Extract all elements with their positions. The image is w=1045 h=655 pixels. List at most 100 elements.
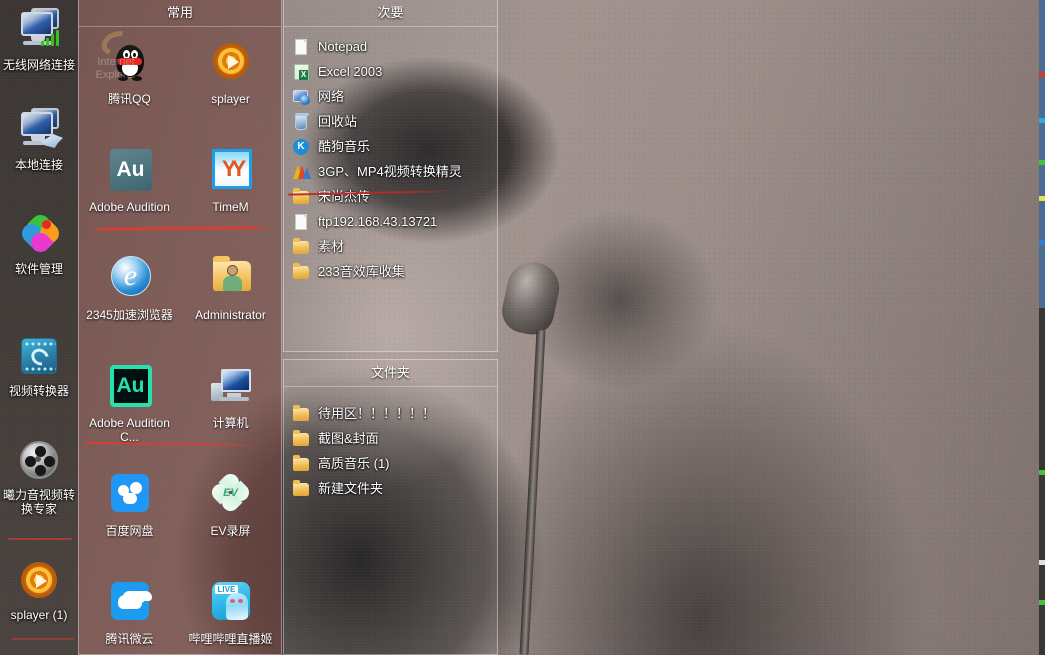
red-annotation-line — [12, 638, 74, 640]
list-item-kugou-music[interactable]: 酷狗音乐 — [290, 134, 497, 159]
list-item-video-converter-wizard[interactable]: 3GP、MP4视频转换精灵 — [290, 159, 497, 184]
app-label: EV录屏 — [210, 524, 251, 538]
list-item-label: Notepad — [318, 38, 368, 54]
desktop-icon-software-manager[interactable]: 软件管理 — [0, 211, 78, 276]
desktop-icon-label: 视频转换器 — [8, 384, 69, 398]
list-item-new-folder[interactable]: 新建文件夹 — [290, 476, 497, 501]
app-label: 百度网盘 — [105, 524, 154, 538]
app-bilibili-live[interactable]: LIVE 哔哩哔哩直播姬 — [180, 573, 281, 655]
list-item-standby-area[interactable]: 待用区！！！！！！ — [290, 401, 497, 426]
list-item-label: ftp192.168.43.13721 — [318, 213, 438, 229]
folder-icon — [292, 479, 310, 498]
list-item-label: 233音效库收集 — [318, 263, 405, 279]
app-adobe-audition-cc[interactable]: Au Adobe Audition C... — [79, 357, 180, 465]
app-adobe-audition[interactable]: Au Adobe Audition — [79, 141, 180, 249]
app-administrator-folder[interactable]: Administrator — [180, 249, 281, 357]
app-label: Adobe Audition — [89, 200, 170, 214]
browser-2345-icon — [106, 255, 154, 303]
list-item-label: 网络 — [318, 88, 345, 104]
baidu-netdisk-icon — [106, 471, 154, 519]
desktop-icon-label: 软件管理 — [14, 262, 63, 276]
list-item-ftp-shortcut[interactable]: ftp192.168.43.13721 — [290, 209, 497, 234]
timem-icon — [207, 147, 255, 195]
app-label: Administrator — [195, 308, 266, 322]
ghost-internet-explorer-icon: Internet Explorer — [88, 26, 144, 84]
list-item-label: 宋尚杰传 — [318, 188, 371, 204]
list-item-network[interactable]: 网络 — [290, 84, 497, 109]
desktop: 无线网络连接 本地连接 软件管理 视频转换器 曦力音视频转换专家 splayer… — [0, 0, 1045, 655]
app-timem[interactable]: TimeM — [180, 141, 281, 249]
app-grid: 腾讯QQ splayer Au Adobe Audition TimeM 234… — [79, 27, 281, 655]
secondary-list: Notepad Excel 2003 网络 回收站 酷狗音乐 — [284, 27, 497, 284]
desktop-icon-xilisoft-converter[interactable]: 曦力音视频转换专家 — [0, 438, 78, 516]
video-converter-icon — [15, 334, 63, 380]
list-item-notepad[interactable]: Notepad — [290, 34, 497, 59]
internet-explorer-icon — [97, 26, 135, 60]
kugou-music-icon — [292, 138, 310, 156]
desktop-icon-splayer-1[interactable]: splayer (1) — [0, 558, 78, 622]
microphone-head-decor — [498, 257, 564, 339]
app-2345-browser[interactable]: 2345加速浏览器 — [79, 249, 180, 357]
ghost-icon-label: Internet Explorer — [95, 56, 137, 81]
splayer-icon — [15, 558, 63, 604]
wireless-network-icon — [15, 8, 63, 54]
list-item-materials[interactable]: 素材 — [290, 234, 497, 259]
app-computer[interactable]: 计算机 — [180, 357, 281, 465]
list-item-233-sound-library[interactable]: 233音效库收集 — [290, 259, 497, 284]
list-item-screenshots-covers[interactable]: 截图&封面 — [290, 426, 497, 451]
software-manager-icon — [15, 211, 63, 258]
desktop-icon-label: splayer (1) — [10, 608, 68, 622]
ev-recorder-icon — [207, 470, 255, 519]
excel-icon — [292, 63, 310, 81]
list-item-song-shangjie[interactable]: 宋尚杰传 — [290, 184, 497, 209]
app-ev-recorder[interactable]: EV录屏 — [180, 465, 281, 573]
app-label: TimeM — [212, 200, 249, 214]
desktop-icon-label: 本地连接 — [14, 158, 63, 172]
list-item-label: 3GP、MP4视频转换精灵 — [318, 163, 462, 179]
panel-title: 次要 — [377, 5, 404, 20]
desktop-icon-local-connection[interactable]: 本地连接 — [0, 108, 78, 172]
app-label: 2345加速浏览器 — [86, 308, 173, 322]
folder-icon — [292, 454, 310, 473]
list-item-label: 酷狗音乐 — [318, 138, 371, 154]
folder-icon — [292, 187, 310, 206]
list-item-recycle-bin[interactable]: 回收站 — [290, 109, 497, 134]
app-tencent-weiyun[interactable]: 腾讯微云 — [79, 573, 180, 655]
list-item-label: 素材 — [318, 238, 345, 254]
app-label: Adobe Audition C... — [89, 416, 170, 444]
list-item-label: 新建文件夹 — [318, 480, 384, 496]
list-item-label: 截图&封面 — [318, 430, 379, 446]
computer-icon — [207, 363, 255, 411]
list-item-label: 待用区！！！！！！ — [318, 405, 436, 421]
local-area-connection-icon — [15, 108, 63, 154]
user-folder-icon — [207, 255, 255, 303]
folder-icon — [292, 262, 310, 281]
app-splayer[interactable]: splayer — [180, 33, 281, 141]
folder-icon — [292, 404, 310, 423]
adjacent-window-edge-sliver[interactable] — [1039, 0, 1045, 655]
red-annotation-line — [8, 538, 72, 540]
list-item-excel-2003[interactable]: Excel 2003 — [290, 59, 497, 84]
notepad-icon — [292, 38, 310, 56]
app-label: 哔哩哔哩直播姬 — [188, 632, 273, 646]
list-item-label: 高质音乐 (1) — [318, 455, 390, 471]
microphone-stand-decor — [519, 329, 546, 655]
splayer-icon — [207, 39, 255, 87]
desktop-icon-wireless-network[interactable]: 无线网络连接 — [0, 8, 78, 72]
list-item-high-quality-music[interactable]: 高质音乐 (1) — [290, 451, 497, 476]
panel-secondary: 次要 Notepad Excel 2003 网络 回收站 酷狗音乐 — [283, 0, 498, 352]
app-baidu-netdisk[interactable]: 百度网盘 — [79, 465, 180, 573]
panel-folders: 文件夹 待用区！！！！！！ 截图&封面 高质音乐 (1) 新建文件夹 — [283, 359, 498, 655]
desktop-icon-label: 曦力音视频转换专家 — [2, 488, 75, 516]
list-item-label: 回收站 — [318, 113, 358, 129]
recycle-bin-icon — [292, 112, 310, 131]
folder-icon — [292, 429, 310, 448]
desktop-icon-video-converter[interactable]: 视频转换器 — [0, 334, 78, 398]
video-converter-wizard-icon — [292, 163, 311, 181]
desktop-icon-column: 无线网络连接 本地连接 软件管理 视频转换器 曦力音视频转换专家 splayer… — [0, 0, 78, 655]
app-label: 计算机 — [212, 416, 249, 430]
network-icon — [292, 88, 310, 106]
adobe-audition-icon: Au — [106, 147, 154, 195]
panel-frequently-used: 常用 腾讯QQ splayer Au Adobe Audition YY Tim… — [78, 0, 282, 655]
panel-title: 文件夹 — [370, 365, 410, 380]
